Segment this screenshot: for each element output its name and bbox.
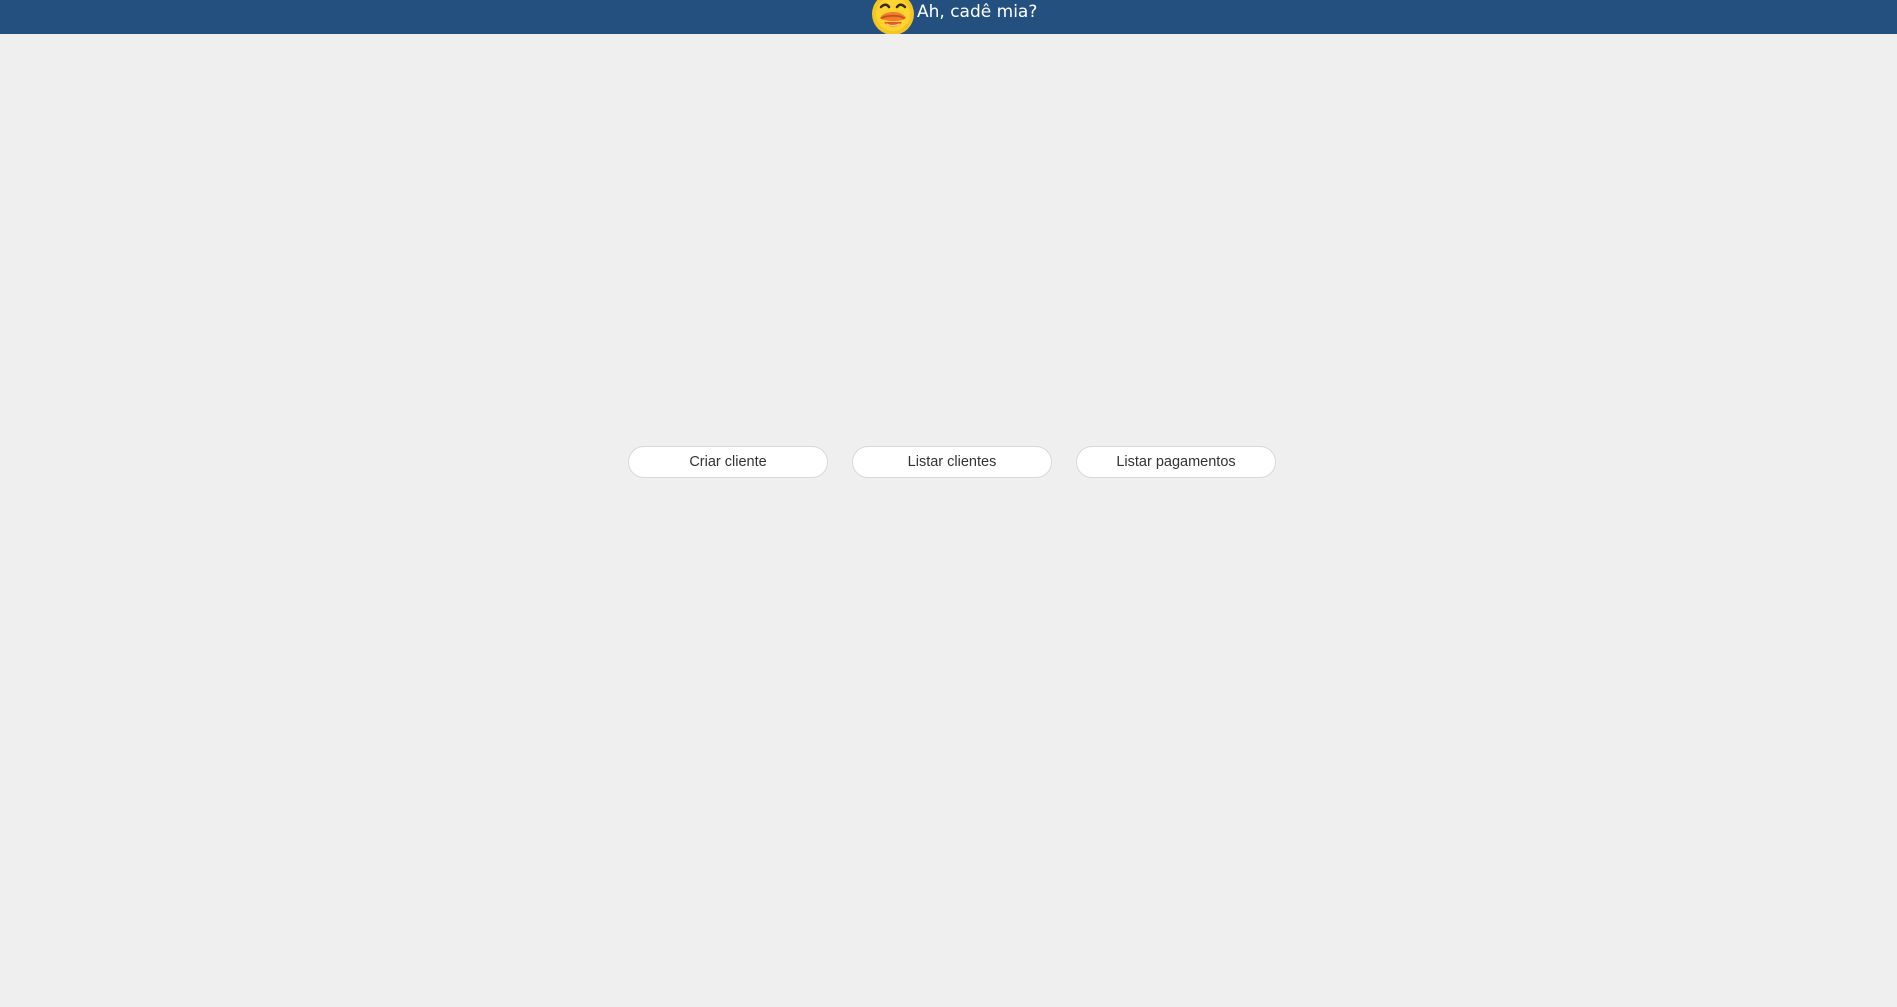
brand: Ah, cadê mia? — [872, 0, 1037, 34]
duck-face-icon — [872, 0, 914, 34]
app-title: Ah, cadê mia? — [917, 2, 1038, 22]
action-buttons: Criar cliente Listar clientes Listar pag… — [628, 446, 1276, 478]
list-clients-button[interactable]: Listar clientes — [852, 446, 1052, 478]
create-client-button[interactable]: Criar cliente — [628, 446, 828, 478]
top-header: Ah, cadê mia? — [0, 0, 1897, 34]
list-payments-button[interactable]: Listar pagamentos — [1076, 446, 1276, 478]
